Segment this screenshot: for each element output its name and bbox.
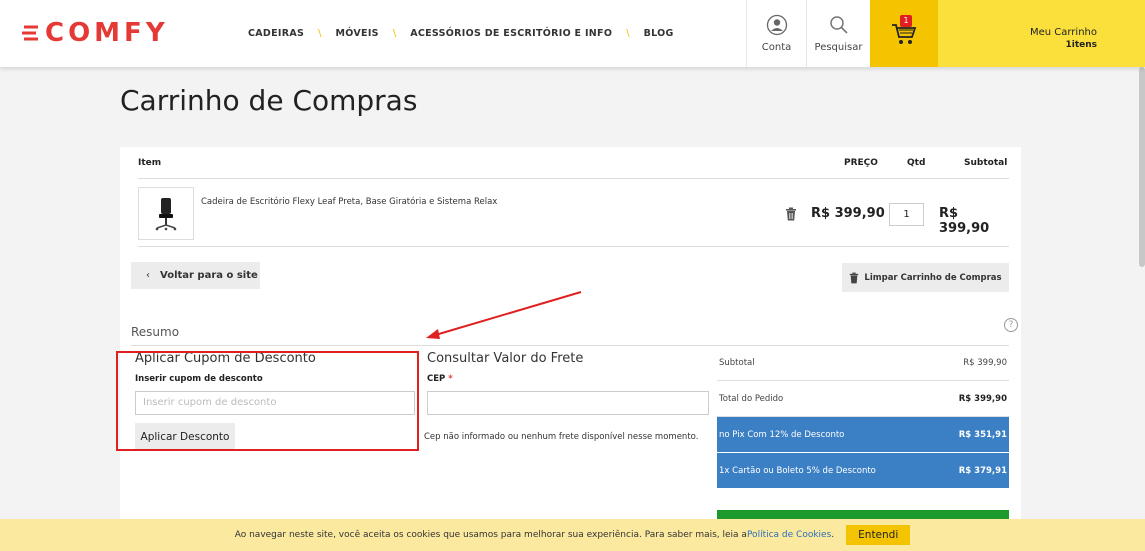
totals-value: R$ 351,91 bbox=[958, 429, 1007, 440]
totals-label: Subtotal bbox=[719, 357, 755, 368]
cep-input[interactable] bbox=[427, 391, 709, 415]
cart-table-header: Item PREÇO Qtd Subtotal bbox=[138, 147, 1009, 179]
account-button[interactable]: Conta bbox=[746, 0, 806, 67]
totals-label: no Pix Com 12% de Desconto bbox=[719, 429, 845, 440]
cep-label-text: CEP bbox=[427, 374, 446, 384]
nav-separator: \ bbox=[318, 28, 322, 39]
cookie-suffix: . bbox=[831, 530, 835, 540]
chevron-left-icon: ‹ bbox=[146, 270, 150, 281]
cookie-text: Ao navegar neste site, você aceita os co… bbox=[234, 530, 747, 540]
header-subtotal: Subtotal bbox=[964, 158, 1008, 168]
my-cart-label: Meu Carrinho bbox=[1029, 27, 1097, 38]
trash-icon[interactable] bbox=[785, 207, 797, 221]
scrollbar[interactable] bbox=[1139, 67, 1145, 267]
accept-cookies-button[interactable]: Entendi bbox=[846, 525, 911, 545]
main-nav: CADEIRAS \ MÓVEIS \ ACESSÓRIOS DE ESCRIT… bbox=[248, 28, 674, 39]
nav-acessorios[interactable]: ACESSÓRIOS DE ESCRITÓRIO E INFO bbox=[410, 28, 612, 39]
header-item: Item bbox=[138, 158, 162, 168]
site-header: COMFY CADEIRAS \ MÓVEIS \ ACESSÓRIOS DE … bbox=[0, 0, 1145, 67]
cart-badge: 1 bbox=[900, 15, 912, 27]
totals-label: Total do Pedido bbox=[719, 393, 784, 404]
clear-cart-label: Limpar Carrinho de Compras bbox=[864, 272, 1002, 283]
header-qty: Qtd bbox=[907, 158, 926, 168]
cookie-banner: Ao navegar neste site, você aceita os co… bbox=[0, 519, 1145, 551]
table-row: Cadeira de Escritório Flexy Leaf Preta, … bbox=[138, 179, 1009, 247]
back-to-site-label: Voltar para o site bbox=[160, 270, 258, 281]
my-cart-count: 1itens bbox=[1065, 40, 1097, 50]
search-icon bbox=[829, 16, 848, 34]
shipping-message: Cep não informado ou nenhum frete dispon… bbox=[424, 432, 699, 442]
cookie-policy-link[interactable]: Política de Cookies bbox=[747, 530, 831, 540]
totals-row-order-total: Total do Pedido R$ 399,90 bbox=[717, 381, 1009, 417]
totals-value: R$ 399,90 bbox=[963, 357, 1007, 368]
nav-separator: \ bbox=[626, 28, 630, 39]
logo-bolt-icon bbox=[22, 25, 38, 41]
cart-panel: Item PREÇO Qtd Subtotal Cadeira de Escri… bbox=[120, 147, 1021, 519]
checkout-button[interactable] bbox=[717, 510, 1009, 519]
account-label: Conta bbox=[761, 42, 792, 53]
nav-blog[interactable]: BLOG bbox=[644, 28, 674, 39]
product-thumbnail[interactable] bbox=[138, 187, 194, 240]
my-cart-summary[interactable]: Meu Carrinho 1itens bbox=[938, 0, 1145, 67]
logo-text: COMFY bbox=[45, 18, 169, 48]
search-button[interactable]: Pesquisar bbox=[806, 0, 870, 67]
help-icon[interactable]: ? bbox=[1004, 318, 1018, 332]
user-icon bbox=[766, 14, 787, 36]
logo[interactable]: COMFY bbox=[22, 18, 169, 48]
nav-cadeiras[interactable]: CADEIRAS bbox=[248, 28, 304, 39]
header-price: PREÇO bbox=[844, 158, 878, 168]
cep-label: CEP * bbox=[427, 374, 453, 384]
totals-row-subtotal: Subtotal R$ 399,90 bbox=[717, 345, 1009, 381]
summary-title: Resumo bbox=[131, 325, 180, 339]
totals-label: 1x Cartão ou Boleto 5% de Desconto bbox=[719, 465, 876, 476]
clear-cart-button[interactable]: Limpar Carrinho de Compras bbox=[842, 263, 1009, 292]
trash-icon bbox=[850, 272, 859, 283]
office-chair-image bbox=[155, 197, 177, 230]
order-totals: Subtotal R$ 399,90 Total do Pedido R$ 39… bbox=[717, 345, 1009, 489]
totals-value: R$ 399,90 bbox=[958, 393, 1007, 404]
product-subtotal: R$ 399,90 bbox=[939, 206, 990, 236]
totals-row-card: 1x Cartão ou Boleto 5% de Desconto R$ 37… bbox=[717, 453, 1009, 489]
cart-button[interactable]: 1 bbox=[870, 0, 938, 67]
totals-value: R$ 379,91 bbox=[958, 465, 1007, 476]
product-price: R$ 399,90 bbox=[811, 206, 885, 221]
required-mark: * bbox=[448, 374, 453, 384]
totals-row-pix: no Pix Com 12% de Desconto R$ 351,91 bbox=[717, 417, 1009, 453]
nav-moveis[interactable]: MÓVEIS bbox=[336, 28, 379, 39]
back-to-site-button[interactable]: ‹ Voltar para o site bbox=[131, 262, 260, 289]
page-title: Carrinho de Compras bbox=[120, 84, 418, 117]
search-label: Pesquisar bbox=[814, 42, 863, 53]
nav-separator: \ bbox=[392, 28, 397, 39]
quantity-input[interactable]: 1 bbox=[889, 203, 924, 226]
highlight-rectangle bbox=[116, 351, 419, 451]
shipping-title: Consultar Valor do Frete bbox=[427, 351, 584, 366]
product-name[interactable]: Cadeira de Escritório Flexy Leaf Preta, … bbox=[201, 197, 497, 207]
